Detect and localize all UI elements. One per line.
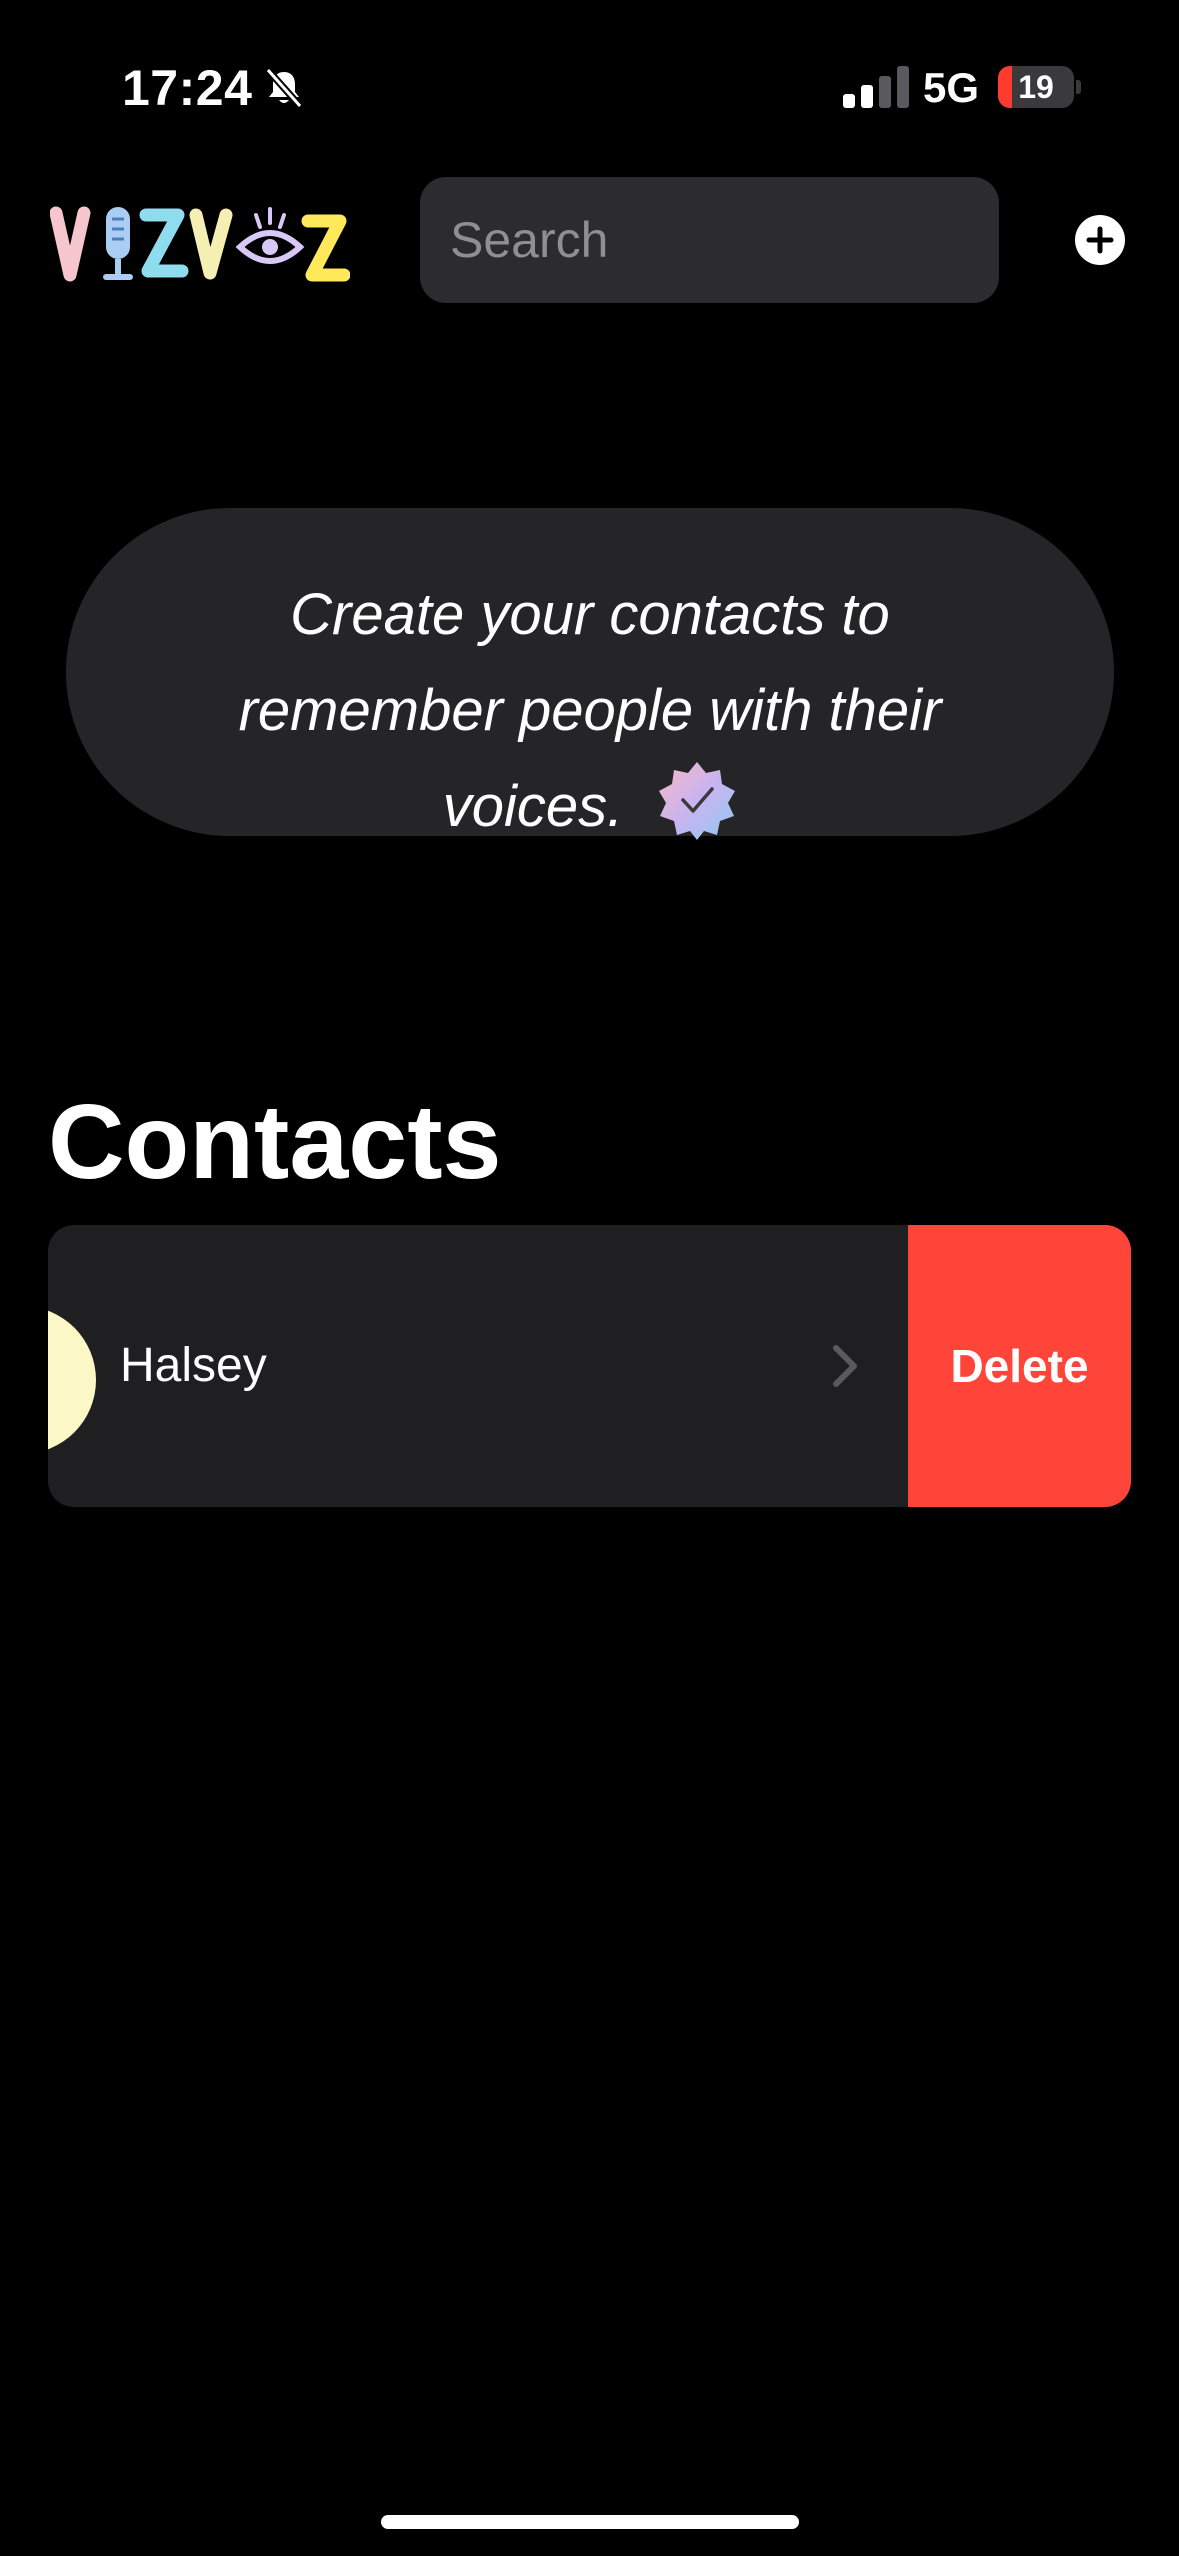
search-input[interactable]: [420, 177, 999, 303]
delete-button[interactable]: Delete: [908, 1225, 1131, 1507]
verified-badge-icon: [659, 762, 736, 840]
contacts-title: Contacts: [48, 1083, 502, 1201]
plus-circle-icon: [1086, 226, 1114, 254]
info-card-text: Create your contacts to remember people …: [238, 582, 942, 839]
contact-name: Halsey: [120, 1339, 267, 1392]
cellular-signal-icon: [843, 66, 909, 108]
info-card: Create your contacts to remember people …: [66, 508, 1114, 840]
battery-tip: [1076, 80, 1081, 94]
app-logo: [50, 206, 350, 282]
battery-icon: 19: [998, 66, 1074, 108]
info-card-content: Create your contacts to remember people …: [156, 567, 1024, 855]
status-time: 17:24: [122, 60, 253, 116]
chevron-right-icon: [833, 1345, 857, 1387]
network-type: 5G: [923, 64, 980, 111]
bell-slash-icon: [265, 67, 303, 109]
home-indicator[interactable]: [381, 2515, 799, 2529]
battery-level: 19: [1018, 69, 1054, 105]
avatar: [48, 1306, 96, 1454]
contact-row[interactable]: Halsey Delete: [48, 1225, 1131, 1507]
add-contact-button[interactable]: [1075, 215, 1125, 265]
